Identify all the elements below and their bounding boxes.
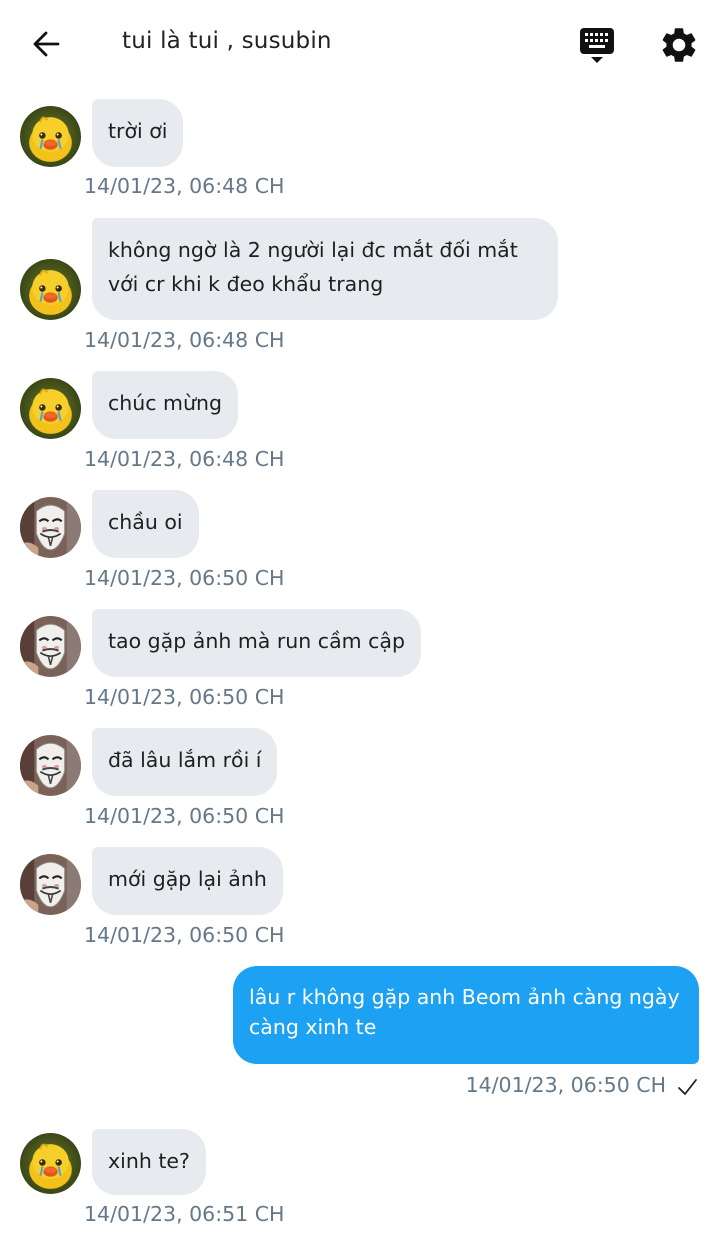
keyboard-button[interactable] xyxy=(578,26,618,66)
message-text-line: không ngờ là 2 người lại đc mắt đối mắt xyxy=(108,238,518,262)
duck-avatar[interactable] xyxy=(20,1133,81,1194)
keyboard-icon xyxy=(580,28,614,63)
message-text: mới gặp lại ảnh xyxy=(108,867,267,891)
message-text: chúc mừng xyxy=(108,391,223,415)
message-text-line: càng xinh te xyxy=(249,1015,377,1039)
message-bubble-incoming[interactable]: mới gặp lại ảnh xyxy=(92,847,283,915)
mask-avatar[interactable] xyxy=(20,735,81,796)
message-bubble-incoming[interactable]: xinh te? xyxy=(92,1129,206,1195)
message-timestamp: 14/01/23, 06:50 CH xyxy=(84,566,285,590)
message-bubble-incoming[interactable]: trời ơi xyxy=(92,99,184,167)
message-text: chầu oi xyxy=(108,510,183,534)
settings-button[interactable] xyxy=(658,24,700,66)
message-bubble-incoming[interactable]: chầu oi xyxy=(92,490,199,558)
message-bubble-outgoing[interactable]: lâu r không gặp anh Beom ảnh càng ngày c… xyxy=(233,966,699,1064)
message-text: đã lâu lắm rồi í xyxy=(108,748,262,772)
back-button[interactable] xyxy=(28,22,68,66)
message-timestamp: 14/01/23, 06:50 CH xyxy=(84,804,285,828)
message-timestamp: 14/01/23, 06:50 CH xyxy=(465,1073,666,1097)
message-text: trời ơi xyxy=(108,119,168,143)
message-timestamp: 14/01/23, 06:48 CH xyxy=(84,174,285,198)
message-text-line: với cr khi k đeo khẩu trang xyxy=(108,272,384,296)
mask-avatar[interactable] xyxy=(20,854,81,915)
message-text-line: lâu r không gặp anh Beom ảnh càng ngày xyxy=(249,985,680,1009)
message-text: xinh te? xyxy=(108,1149,190,1173)
mask-avatar[interactable] xyxy=(20,497,81,558)
message-timestamp: 14/01/23, 06:51 CH xyxy=(84,1202,285,1226)
message-bubble-incoming[interactable]: tao gặp ảnh mà run cầm cập xyxy=(92,609,421,677)
back-arrow-icon xyxy=(33,31,60,57)
gear-icon xyxy=(662,28,696,62)
message-timestamp: 14/01/23, 06:50 CH xyxy=(84,685,285,709)
check-icon xyxy=(678,1079,697,1095)
mask-avatar[interactable] xyxy=(20,616,81,677)
message-timestamp: 14/01/23, 06:48 CH xyxy=(84,447,285,471)
duck-avatar[interactable] xyxy=(20,378,81,439)
chat-header: tui là tui , susubin xyxy=(0,0,720,88)
duck-avatar[interactable] xyxy=(20,106,81,167)
conversation-title[interactable]: tui là tui , susubin xyxy=(122,28,332,54)
duck-avatar[interactable] xyxy=(20,259,81,320)
message-timestamp: 14/01/23, 06:50 CH xyxy=(84,923,285,947)
message-bubble-incoming[interactable]: chúc mừng xyxy=(92,371,239,439)
message-text: tao gặp ảnh mà run cầm cập xyxy=(108,629,405,653)
message-bubble-incoming[interactable]: đã lâu lắm rồi í xyxy=(92,728,278,796)
message-bubble-incoming[interactable]: không ngờ là 2 người lại đc mắt đối mắt … xyxy=(92,218,558,320)
message-timestamp: 14/01/23, 06:48 CH xyxy=(84,328,285,352)
